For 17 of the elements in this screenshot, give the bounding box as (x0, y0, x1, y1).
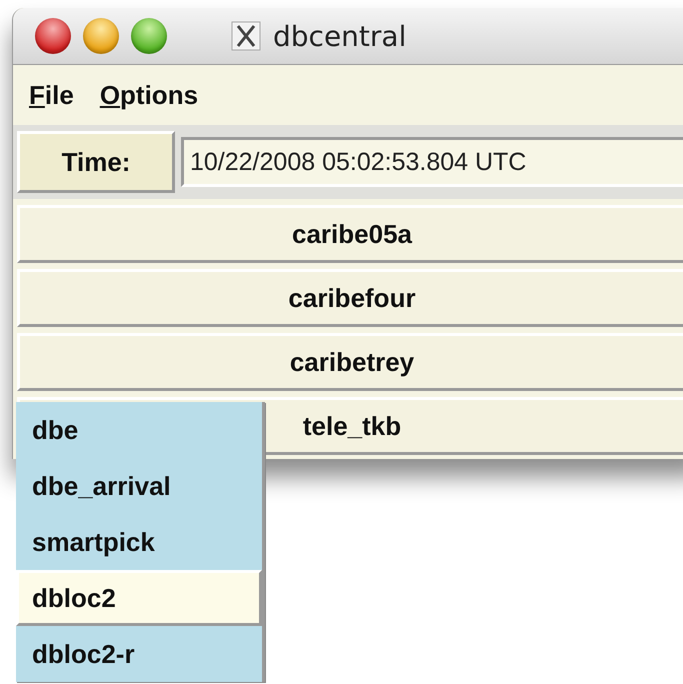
menu-item[interactable]: smartpick (16, 514, 262, 570)
database-button[interactable]: caribetrey (17, 333, 683, 391)
minimize-button[interactable] (83, 18, 119, 54)
database-button[interactable]: caribefour (17, 269, 683, 327)
close-button[interactable] (35, 18, 71, 54)
time-button[interactable]: Time: (17, 131, 175, 193)
menu-item[interactable]: dbloc2-r (16, 626, 262, 682)
menu-item[interactable]: dbe (16, 402, 262, 458)
menu-item[interactable]: Options (100, 80, 198, 110)
time-field[interactable]: 10/22/2008 05:02:53.804 UTC (181, 137, 683, 187)
x11-icon (231, 21, 261, 51)
zoom-button[interactable] (131, 18, 167, 54)
menu-item[interactable]: dbloc2 (16, 570, 262, 626)
menu-item[interactable]: File (29, 80, 74, 110)
window-title: dbcentral (273, 20, 406, 52)
database-button[interactable]: caribe05a (17, 205, 683, 263)
menu-item[interactable]: dbe_arrival (16, 458, 262, 514)
